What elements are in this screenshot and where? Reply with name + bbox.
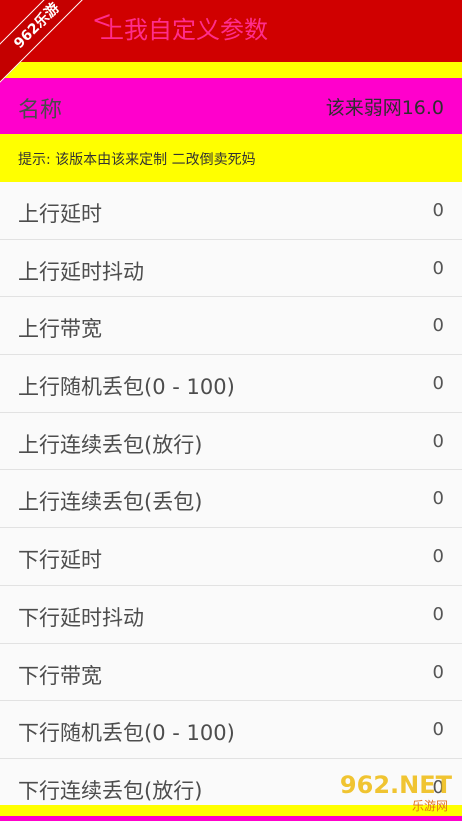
name-label: 名称 xyxy=(18,98,63,123)
list-item-label: 下行随机丢包(0 - 100) xyxy=(18,721,235,746)
list-item-uplink-random-loss[interactable]: 上行随机丢包(0 - 100) 0 xyxy=(0,355,462,413)
top-yellow-strip xyxy=(0,62,462,78)
list-item-label: 下行带宽 xyxy=(18,663,102,688)
hint-text: 提示: 该版本由该来定制 二改倒卖死妈 xyxy=(18,152,256,168)
list-item-label: 上行连续丢包(放行) xyxy=(18,432,203,457)
list-item-label: 下行延时 xyxy=(18,548,102,573)
list-item-downlink-random-loss[interactable]: 下行随机丢包(0 - 100) 0 xyxy=(0,701,462,759)
list-item-value: 0 xyxy=(432,488,444,510)
site-watermark-logo: 962.NET 乐游网 xyxy=(322,771,452,815)
list-item-value: 0 xyxy=(432,200,444,221)
list-item-uplink-burst-drop[interactable]: 上行连续丢包(丢包) 0 xyxy=(0,470,462,529)
list-item-label: 上行随机丢包(0 - 100) xyxy=(18,375,235,400)
list-item-uplink-burst-pass[interactable]: 上行连续丢包(放行) 0 xyxy=(0,412,462,471)
screen: < 上我自定义参数 名称 该来弱网16.0 提示: 该版本由该来定制 二改倒卖死… xyxy=(0,0,462,821)
parameter-list: 上行延时 0 上行延时抖动 0 上行带宽 0 上行随机丢包(0 - 100) 0… xyxy=(0,182,462,817)
list-item-uplink-delay[interactable]: 上行延时 0 xyxy=(0,182,462,240)
bottom-magenta-strip xyxy=(0,816,462,821)
list-item-downlink-delay-jitter[interactable]: 下行延时抖动 0 xyxy=(0,585,462,644)
list-item-label: 上行连续丢包(丢包) xyxy=(18,490,203,515)
watermark-logo-text: 962.NET xyxy=(339,771,452,799)
list-item-label: 下行连续丢包(放行) xyxy=(18,778,203,803)
list-item-value: 0 xyxy=(432,719,444,741)
list-item-value: 0 xyxy=(432,373,444,395)
list-item-downlink-bandwidth[interactable]: 下行带宽 0 xyxy=(0,643,462,702)
list-item-label: 上行延时抖动 xyxy=(18,259,144,284)
name-row[interactable]: 名称 该来弱网16.0 xyxy=(0,78,462,134)
list-item-uplink-delay-jitter[interactable]: 上行延时抖动 0 xyxy=(0,239,462,298)
list-item-value: 0 xyxy=(432,430,444,452)
hint-banner: 提示: 该版本由该来定制 二改倒卖死妈 xyxy=(0,134,462,182)
page-title: 上我自定义参数 xyxy=(100,16,268,44)
list-item-label: 下行延时抖动 xyxy=(18,605,144,630)
list-item-value: 0 xyxy=(432,257,444,279)
list-item-value: 0 xyxy=(432,661,444,683)
name-value: 该来弱网16.0 xyxy=(325,97,444,119)
list-item-value: 0 xyxy=(432,546,444,568)
list-item-value: 0 xyxy=(432,315,444,337)
watermark-logo-subtext: 乐游网 xyxy=(411,799,448,813)
list-item-label: 上行带宽 xyxy=(18,317,102,342)
list-item-label: 上行延时 xyxy=(18,202,102,226)
list-item-uplink-bandwidth[interactable]: 上行带宽 0 xyxy=(0,297,462,356)
list-item-value: 0 xyxy=(432,603,444,625)
list-item-downlink-delay[interactable]: 下行延时 0 xyxy=(0,528,462,586)
